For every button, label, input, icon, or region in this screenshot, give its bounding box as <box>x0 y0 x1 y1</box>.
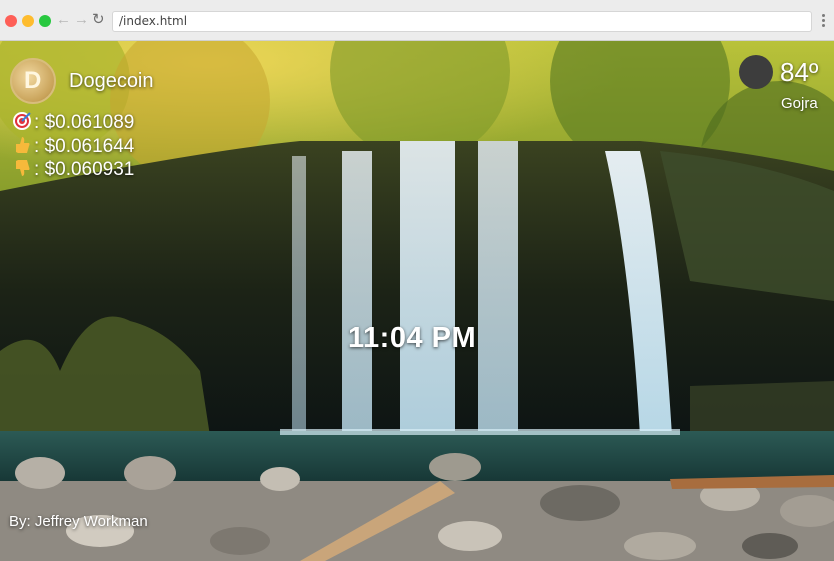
current-price-row: : $0.061089 <box>12 111 134 134</box>
price-separator: : <box>34 112 40 133</box>
arrow-right-icon[interactable]: → <box>74 11 89 29</box>
coin-name: Dogecoin <box>69 70 154 92</box>
kebab-menu-icon[interactable] <box>818 12 828 30</box>
minimize-window-button[interactable] <box>22 15 34 27</box>
low-price: $0.060931 <box>44 159 135 180</box>
browser-window: ← → ↻ /index.html D Dogecoin: $0.061089… <box>0 0 834 561</box>
address-bar[interactable]: /index.html <box>112 11 812 32</box>
arrow-left-icon[interactable]: ← <box>56 11 71 29</box>
price-separator: : <box>34 136 40 157</box>
high-price-row: : $0.061644 <box>12 135 134 158</box>
high-price: $0.061644 <box>44 136 135 157</box>
reload-icon[interactable]: ↻ <box>92 11 105 29</box>
target-icon <box>13 112 31 130</box>
author-credit: By: Jeffrey Workman <box>9 513 148 530</box>
weather-icon <box>739 55 773 89</box>
thumbs-down-icon <box>16 160 30 176</box>
city-name: Gojra <box>781 95 818 112</box>
temperature: 84º <box>780 57 819 87</box>
dogecoin-logo-letter: D <box>24 67 42 94</box>
price-separator: : <box>34 159 40 180</box>
dogecoin-logo: D <box>10 58 56 104</box>
thumbs-up-icon <box>16 137 30 153</box>
current-price: $0.061089 <box>44 112 135 133</box>
maximize-window-button[interactable] <box>39 15 51 27</box>
dashboard-overlay: D Dogecoin : $0.061089 : $0.061644 : $0.… <box>0 41 834 561</box>
low-price-row: : $0.060931 <box>12 158 134 181</box>
close-window-button[interactable] <box>5 15 17 27</box>
clock-time: 11:04 PM <box>348 322 477 354</box>
browser-toolbar: ← → ↻ /index.html <box>0 0 834 41</box>
